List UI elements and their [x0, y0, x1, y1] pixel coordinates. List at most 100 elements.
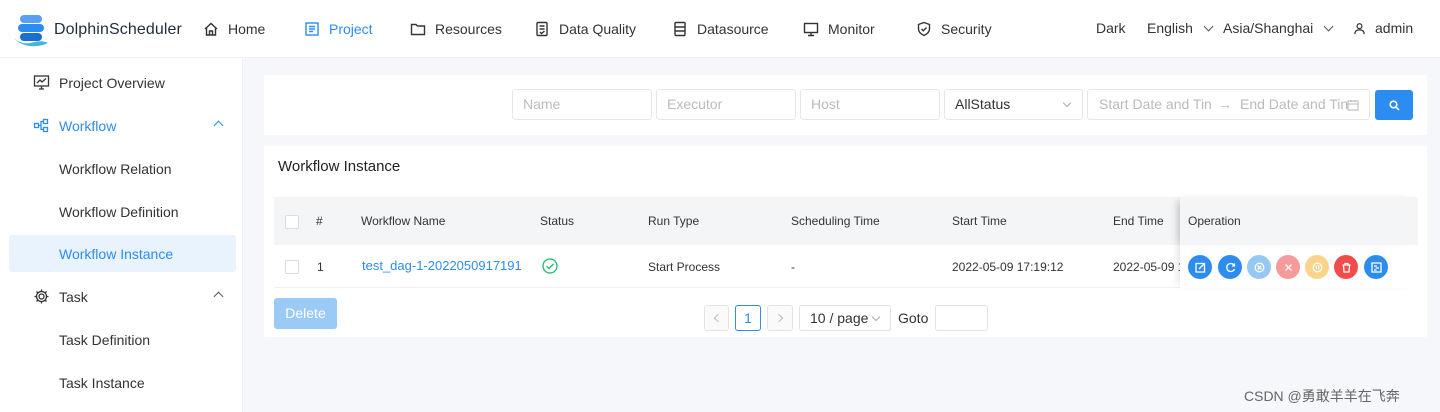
nav-project-label: Project	[329, 21, 373, 37]
sidebar-item-task-instance[interactable]: Task Instance	[9, 364, 236, 401]
column-header-index: #	[316, 214, 323, 228]
column-header-run-type: Run Type	[648, 214, 700, 228]
refresh-icon	[1225, 262, 1235, 272]
sidebar-item-workflow[interactable]: Workflow	[9, 107, 236, 144]
pause-icon	[1312, 262, 1322, 272]
sidebar-item-label: Workflow Instance	[59, 245, 174, 262]
sidebar-item-label: Project Overview	[59, 74, 165, 91]
start-date-input[interactable]: Start Date and Tin	[1099, 90, 1212, 119]
select-all-checkbox[interactable]	[285, 215, 299, 229]
shield-icon	[917, 21, 931, 37]
row-end-time: 2022-05-09 1	[1113, 260, 1185, 274]
close-icon	[1284, 263, 1292, 271]
pause-button[interactable]	[1305, 255, 1329, 279]
theme-label: Dark	[1096, 20, 1126, 36]
column-header-end-time: End Time	[1113, 214, 1164, 228]
column-header-scheduling-time: Scheduling Time	[791, 214, 880, 228]
rerun-button[interactable]	[1218, 255, 1242, 279]
sidebar-item-project-overview[interactable]: Project Overview	[9, 64, 236, 101]
column-header-status: Status	[540, 214, 575, 228]
chevron-down-icon	[871, 312, 881, 322]
end-date-input[interactable]: End Date and Tin	[1240, 90, 1348, 119]
page-size-select[interactable]: 10 / page	[799, 305, 891, 331]
sidebar-item-workflow-relation[interactable]: Workflow Relation	[9, 150, 236, 187]
nav-data-quality-label: Data Quality	[559, 21, 637, 37]
nav-datasource-label: Datasource	[697, 21, 769, 37]
prev-page-button[interactable]	[704, 305, 729, 331]
nav-monitor[interactable]: Monitor	[803, 18, 875, 40]
sidebar-item-label: Workflow Definition	[59, 203, 179, 220]
row-run-type: Start Process	[648, 260, 721, 274]
nav-project[interactable]: Project	[304, 18, 373, 40]
date-range-picker[interactable]: Start Date and Tin → End Date and Tin	[1087, 89, 1370, 120]
search-button[interactable]	[1375, 90, 1413, 120]
row-start-time: 2022-05-09 17:19:12	[952, 260, 1064, 274]
sidebar-item-label: Workflow	[59, 117, 117, 134]
sidebar-item-task[interactable]: Task	[9, 278, 236, 315]
sidebar-item-label: Task	[59, 288, 88, 305]
sidebar-item-task-definition[interactable]: Task Definition	[9, 321, 236, 358]
database-icon	[674, 21, 686, 37]
watermark: CSDN @勇敢羊羊在飞奔	[1244, 388, 1400, 404]
edit-icon	[1194, 262, 1205, 273]
status-select-value: AllStatus	[955, 96, 1011, 112]
data-quality-icon	[536, 21, 548, 37]
folder-icon	[410, 23, 426, 36]
nav-security-label: Security	[941, 21, 992, 37]
sidebar-item-label: Workflow Relation	[59, 160, 172, 177]
chevron-right-icon	[774, 313, 783, 323]
user-menu[interactable]: admin	[1353, 20, 1413, 36]
goto-page-input[interactable]	[935, 305, 988, 331]
page-title: Workflow Instance	[278, 158, 401, 175]
nav-resources-label: Resources	[435, 21, 502, 37]
row-scheduling-time: -	[791, 260, 795, 274]
chevron-left-icon	[713, 313, 723, 323]
column-header-start-time: Start Time	[952, 214, 1007, 228]
dolphin-logo-icon	[14, 15, 48, 47]
language-select[interactable]: English	[1147, 20, 1214, 36]
delete-button[interactable]: Delete	[274, 298, 337, 329]
stop-button[interactable]	[1276, 255, 1300, 279]
nav-monitor-label: Monitor	[828, 21, 875, 37]
page-1-button[interactable]: 1	[735, 305, 761, 331]
close-circle-icon	[1254, 262, 1264, 272]
gantt-button[interactable]	[1364, 255, 1388, 279]
logo[interactable]: DolphinScheduler	[12, 12, 182, 48]
row-checkbox[interactable]	[285, 260, 299, 274]
timezone-label: Asia/Shanghai	[1223, 20, 1314, 36]
row-index: 1	[317, 260, 324, 274]
sidebar: Project Overview Workflow Workflow Relat…	[0, 58, 243, 412]
nav-home[interactable]: Home	[203, 18, 265, 40]
home-icon	[204, 22, 218, 36]
user-label: admin	[1375, 20, 1414, 36]
nav-resources[interactable]: Resources	[410, 18, 502, 40]
calendar-icon	[1347, 100, 1359, 111]
project-icon	[305, 22, 319, 36]
chevron-up-icon	[213, 291, 224, 302]
executor-search-input[interactable]: Executor	[656, 89, 796, 120]
monitor-icon	[803, 22, 819, 37]
status-select[interactable]: AllStatus	[944, 89, 1083, 120]
arrow-right-icon: →	[1218, 96, 1232, 112]
timezone-select[interactable]: Asia/Shanghai	[1223, 20, 1334, 36]
chevron-up-icon	[213, 120, 224, 131]
column-header-workflow-name: Workflow Name	[361, 214, 446, 228]
host-search-input[interactable]: Host	[800, 89, 940, 120]
next-page-button[interactable]	[767, 305, 793, 331]
nav-home-label: Home	[228, 21, 266, 37]
nav-datasource[interactable]: Datasource	[672, 18, 769, 40]
name-search-input[interactable]: Name	[512, 89, 652, 120]
nav-security[interactable]: Security	[916, 18, 992, 40]
edit-button[interactable]	[1188, 255, 1212, 279]
sidebar-item-workflow-definition[interactable]: Workflow Definition	[9, 193, 236, 230]
chevron-down-icon	[1203, 21, 1214, 31]
recover-failed-button[interactable]	[1247, 255, 1271, 279]
theme-toggle[interactable]: Dark	[1096, 20, 1126, 36]
sidebar-item-workflow-instance[interactable]: Workflow Instance	[9, 235, 236, 272]
gantt-icon	[1370, 261, 1382, 273]
workflow-name-link[interactable]: test_dag-1-2022050917191	[362, 258, 522, 273]
nav-data-quality[interactable]: Data Quality	[534, 18, 636, 40]
chevron-down-icon	[1062, 98, 1072, 108]
delete-row-button[interactable]	[1334, 255, 1358, 279]
workflow-icon	[33, 118, 49, 133]
